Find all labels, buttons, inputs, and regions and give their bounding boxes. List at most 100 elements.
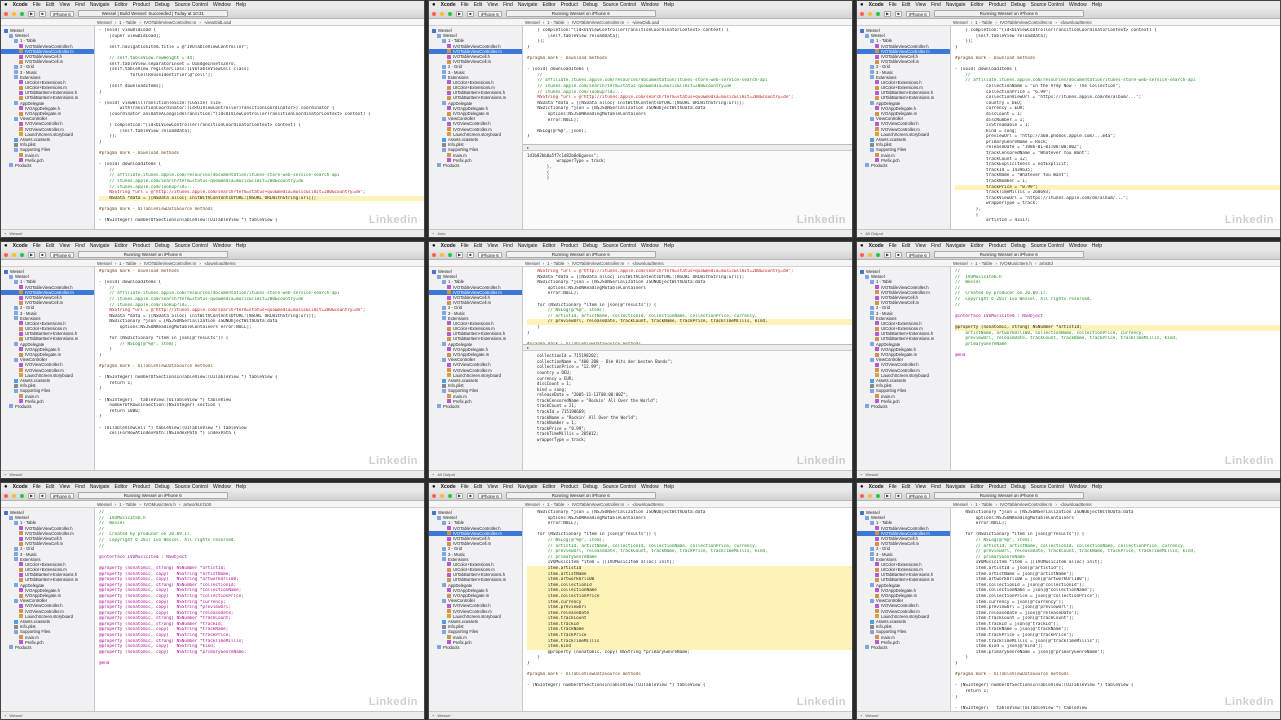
menu-item-source-control[interactable]: Source Control <box>175 243 208 249</box>
app-menu[interactable]: Xcode <box>13 484 28 490</box>
menu-item-editor[interactable]: Editor <box>971 484 984 490</box>
jump-bar-item[interactable]: -downloadItems <box>632 261 664 266</box>
code-editor[interactable]: #pragma mark - Download methods - (void) … <box>95 267 424 470</box>
menu-item-help[interactable]: Help <box>664 243 674 249</box>
apple-icon[interactable]: ● <box>432 2 436 8</box>
jump-bar-item[interactable]: IVOTableViewController.m <box>572 502 624 507</box>
zoom-window-icon[interactable] <box>448 11 452 16</box>
jump-bar-item[interactable]: IVOTableViewController.m <box>144 20 196 25</box>
menu-item-file[interactable]: File <box>889 484 897 490</box>
navigator-row[interactable]: Products <box>1 404 94 409</box>
stop-button[interactable]: ■ <box>467 251 474 258</box>
menu-item-view[interactable]: View <box>59 2 70 8</box>
menu-item-window[interactable]: Window <box>641 243 659 249</box>
menu-item-debug[interactable]: Debug <box>583 2 598 8</box>
plus-icon[interactable]: + <box>4 472 6 477</box>
run-button[interactable]: ▶ <box>456 251 463 258</box>
menu-item-help[interactable]: Help <box>664 484 674 490</box>
menu-item-edit[interactable]: Edit <box>902 243 911 249</box>
menu-item-edit[interactable]: Edit <box>474 243 483 249</box>
run-button[interactable]: ▶ <box>456 492 463 499</box>
menu-item-file[interactable]: File <box>461 2 469 8</box>
menu-item-view[interactable]: View <box>487 2 498 8</box>
code-editor[interactable]: //// IVOMusicItem.h// Wessel//// Created… <box>95 508 424 711</box>
menu-item-source-control[interactable]: Source Control <box>603 243 636 249</box>
menu-item-editor[interactable]: Editor <box>543 243 556 249</box>
menu-item-editor[interactable]: Editor <box>543 484 556 490</box>
app-menu[interactable]: Xcode <box>869 243 884 249</box>
menu-item-editor[interactable]: Editor <box>971 2 984 8</box>
menu-item-file[interactable]: File <box>461 243 469 249</box>
jump-bar-item[interactable]: Wessel <box>97 502 112 507</box>
code-editor[interactable]: //// IVOMusicItem.h// Wessel//// Created… <box>951 267 1280 470</box>
close-window-icon[interactable] <box>4 11 8 16</box>
menu-item-find[interactable]: Find <box>75 2 85 8</box>
navigator-row[interactable]: Products <box>429 404 522 409</box>
jump-bar-item[interactable]: artistId <box>1039 261 1053 266</box>
menu-item-source-control[interactable]: Source Control <box>175 484 208 490</box>
menu-item-debug[interactable]: Debug <box>1011 2 1026 8</box>
menu-item-view[interactable]: View <box>59 484 70 490</box>
plus-icon[interactable]: + <box>860 713 862 718</box>
app-menu[interactable]: Xcode <box>869 2 884 8</box>
close-window-icon[interactable] <box>432 11 436 16</box>
menu-item-view[interactable]: View <box>915 2 926 8</box>
menu-item-window[interactable]: Window <box>1069 484 1087 490</box>
menu-item-navigate[interactable]: Navigate <box>518 243 538 249</box>
code-editor[interactable]: NSString *url = @"http://itunes.apple.co… <box>523 267 852 470</box>
apple-icon[interactable]: ● <box>860 484 864 490</box>
zoom-window-icon[interactable] <box>448 252 452 257</box>
apple-icon[interactable]: ● <box>4 484 8 490</box>
scheme-selector[interactable]: iPhone 6 <box>50 492 74 499</box>
jump-bar-item[interactable]: IVOMusicItem.h <box>144 502 176 507</box>
menu-item-edit[interactable]: Edit <box>46 2 55 8</box>
jump-bar-item[interactable]: Wessel <box>525 20 540 25</box>
menu-item-edit[interactable]: Edit <box>46 243 55 249</box>
menu-item-source-control[interactable]: Source Control <box>1031 2 1064 8</box>
stop-button[interactable]: ■ <box>467 492 474 499</box>
jump-bar-item[interactable]: Wessel <box>525 261 540 266</box>
app-menu[interactable]: Xcode <box>441 2 456 8</box>
menu-item-editor[interactable]: Editor <box>115 243 128 249</box>
menu-item-product[interactable]: Product <box>133 484 150 490</box>
jump-bar-item[interactable]: IVOTableViewController.m <box>1000 20 1052 25</box>
navigator-row[interactable]: Products <box>857 404 950 409</box>
navigator-row[interactable]: Products <box>857 163 950 168</box>
menu-item-navigate[interactable]: Navigate <box>946 243 966 249</box>
apple-icon[interactable]: ● <box>4 2 8 8</box>
scheme-selector[interactable]: iPhone 6 <box>906 10 930 17</box>
menu-item-window[interactable]: Window <box>213 2 231 8</box>
zoom-window-icon[interactable] <box>876 252 880 257</box>
plus-icon[interactable]: + <box>4 231 6 236</box>
menu-item-find[interactable]: Find <box>75 243 85 249</box>
stop-button[interactable]: ■ <box>39 10 46 17</box>
stop-button[interactable]: ■ <box>895 492 902 499</box>
run-button[interactable]: ▶ <box>28 10 35 17</box>
zoom-window-icon[interactable] <box>20 11 24 16</box>
scheme-selector[interactable]: iPhone 6 <box>478 251 502 258</box>
jump-bar-item[interactable]: IVOTableViewController.m <box>572 20 624 25</box>
app-menu[interactable]: Xcode <box>13 243 28 249</box>
code-editor[interactable]: } completion:^(id<UIViewControllerTransi… <box>951 26 1280 229</box>
apple-icon[interactable]: ● <box>432 243 436 249</box>
menu-item-file[interactable]: File <box>33 243 41 249</box>
menu-item-source-control[interactable]: Source Control <box>603 484 636 490</box>
menu-item-edit[interactable]: Edit <box>474 2 483 8</box>
jump-bar-item[interactable]: IVOTableViewController.m <box>1000 502 1052 507</box>
run-button[interactable]: ▶ <box>884 10 891 17</box>
menu-item-edit[interactable]: Edit <box>902 484 911 490</box>
menu-item-window[interactable]: Window <box>213 243 231 249</box>
jump-bar-item[interactable]: 1 - Table <box>547 502 564 507</box>
jump-bar-item[interactable]: -downloadItems <box>1060 20 1092 25</box>
stop-button[interactable]: ■ <box>895 10 902 17</box>
debug-console[interactable]: ▸ collectionId = 715198202; collectionNa… <box>523 344 852 470</box>
menu-item-find[interactable]: Find <box>931 243 941 249</box>
menu-item-help[interactable]: Help <box>236 484 246 490</box>
code-editor[interactable]: - (void) viewDidLoad { [super viewDidLoa… <box>95 26 424 229</box>
menu-item-debug[interactable]: Debug <box>155 484 170 490</box>
apple-icon[interactable]: ● <box>860 2 864 8</box>
menu-item-editor[interactable]: Editor <box>971 243 984 249</box>
jump-bar-item[interactable]: -downloadItems <box>204 261 236 266</box>
menu-item-help[interactable]: Help <box>236 243 246 249</box>
jump-bar-item[interactable]: Wessel <box>525 502 540 507</box>
